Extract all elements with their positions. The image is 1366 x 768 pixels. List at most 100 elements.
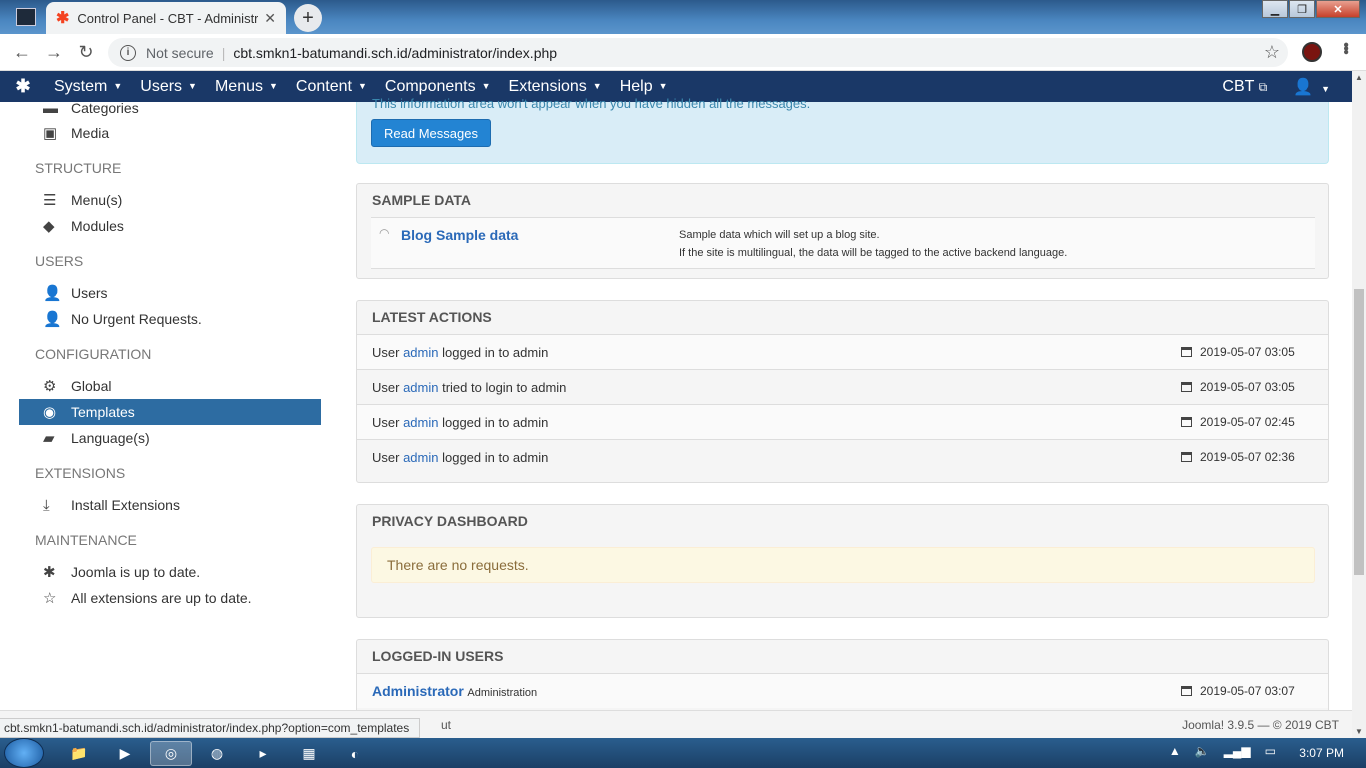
logout-fragment[interactable]: ut xyxy=(441,718,451,732)
tab-close-icon[interactable]: ✕ xyxy=(264,10,276,27)
paint-icon[interactable]: ◐ xyxy=(334,741,376,766)
blog-sample-data-link[interactable]: Blog Sample data xyxy=(401,227,518,243)
latest-actions-panel: LATEST ACTIONS User admin logged in to a… xyxy=(356,300,1329,483)
new-tab-button[interactable]: + xyxy=(294,4,322,32)
configuration-heading: CONFIGURATION xyxy=(35,346,152,362)
sidebar-item-label: No Urgent Requests. xyxy=(71,311,202,327)
omnibox[interactable]: i Not secure | cbt.smkn1-batumandi.sch.i… xyxy=(108,38,1288,67)
user-link[interactable]: admin xyxy=(403,450,438,465)
action-date: 2019-05-07 03:05 xyxy=(1181,345,1313,359)
volume-icon[interactable]: 🔈 xyxy=(1195,744,1210,758)
sample-data-panel: SAMPLE DATA ◠ Blog Sample data Sample da… xyxy=(356,183,1329,279)
gear-icon: ⚙ xyxy=(43,378,57,395)
user-link[interactable]: admin xyxy=(403,380,438,395)
page-scrollbar[interactable]: ▲ ▼ xyxy=(1352,71,1366,738)
back-icon[interactable]: ← xyxy=(6,42,38,63)
address-bar: ← → ↻ i Not secure | cbt.smkn1-batumandi… xyxy=(0,34,1366,71)
tray-arrow-icon[interactable]: ▲ xyxy=(1169,744,1181,758)
maximize-button[interactable]: ❐ xyxy=(1289,0,1315,18)
media-player-icon[interactable]: ▶ xyxy=(104,741,146,766)
battery-icon[interactable]: ▭ xyxy=(1265,744,1276,758)
sidebar-item-media[interactable]: ▣ Media xyxy=(19,120,321,146)
url-text[interactable]: cbt.smkn1-batumandi.sch.id/administrator… xyxy=(233,45,557,61)
sidebar-item-menus[interactable]: ☰ Menu(s) xyxy=(19,187,321,213)
network-icon[interactable]: ▂▄▆ xyxy=(1224,744,1251,758)
privacy-dashboard-heading: PRIVACY DASHBOARD xyxy=(372,513,528,529)
browser-tab[interactable]: ✱ Control Panel - CBT - Administrat ✕ xyxy=(46,2,286,34)
latest-actions-heading: LATEST ACTIONS xyxy=(372,309,492,325)
start-button[interactable] xyxy=(4,738,44,768)
structure-heading: STRUCTURE xyxy=(35,160,122,176)
sidebar-item-label: Joomla is up to date. xyxy=(71,564,201,580)
info-icon[interactable]: i xyxy=(120,44,136,61)
sidebar-item-label: Global xyxy=(71,378,112,394)
star-icon: ☆ xyxy=(43,590,57,607)
scroll-thumb[interactable] xyxy=(1354,289,1364,575)
user-menu[interactable]: 👤 ▼ xyxy=(1293,77,1330,97)
no-requests-notice: There are no requests. xyxy=(371,547,1315,583)
terminal-icon[interactable]: ▸ xyxy=(242,741,284,766)
joomla-logo-icon[interactable]: ✱ xyxy=(0,76,46,97)
action-date: 2019-05-07 03:05 xyxy=(1181,380,1313,394)
scroll-up-icon[interactable]: ▲ xyxy=(1355,73,1363,82)
sidebar-item-users[interactable]: 👤 Users xyxy=(19,280,321,306)
user-link[interactable]: admin xyxy=(403,345,438,360)
reload-icon[interactable]: ↻ xyxy=(70,42,102,63)
sidebar-item-label: Users xyxy=(71,285,108,301)
status-url-bubble: cbt.smkn1-batumandi.sch.id/administrator… xyxy=(0,718,421,738)
firefox-icon[interactable]: ◍ xyxy=(196,741,238,766)
profile-avatar[interactable] xyxy=(1302,42,1322,62)
window-close-button[interactable]: ✕ xyxy=(1316,0,1360,18)
explorer-icon[interactable]: 📁 xyxy=(58,741,100,766)
menu-menus[interactable]: Menus ▼ xyxy=(207,78,288,96)
sidebar-item-languages[interactable]: ▰ Language(s) xyxy=(19,425,321,451)
site-link[interactable]: CBT ⧉ xyxy=(1222,78,1267,96)
user-link[interactable]: admin xyxy=(403,415,438,430)
browser-menu-icon[interactable]: ••• xyxy=(1336,42,1354,53)
joomla-icon: ✱ xyxy=(43,564,56,581)
logged-in-users-heading: LOGGED-IN USERS xyxy=(372,648,504,664)
sample-data-heading: SAMPLE DATA xyxy=(372,192,472,208)
sidebar-item-requests[interactable]: 👤 No Urgent Requests. xyxy=(19,306,321,332)
sidebar-item-joomla-update[interactable]: ✱ Joomla is up to date. xyxy=(19,559,321,585)
users-icon: 👤 xyxy=(43,311,62,328)
administrator-link[interactable]: Administrator xyxy=(372,683,464,699)
action-text: User admin logged in to admin xyxy=(372,414,549,430)
menu-help[interactable]: Help ▼ xyxy=(612,78,678,96)
calendar-icon xyxy=(1181,382,1192,392)
sidebar-item-templates[interactable]: ◉ Templates xyxy=(19,399,321,425)
sidebar-item-modules[interactable]: ◆ Modules xyxy=(19,213,321,239)
sidebar-item-install-extensions[interactable]: ⤓ Install Extensions xyxy=(19,492,321,518)
logged-in-users-panel: LOGGED-IN USERS Administrator Administra… xyxy=(356,639,1329,719)
sidebar-item-label: Categories xyxy=(71,100,139,116)
sidebar-item-categories[interactable]: ▬ Categories xyxy=(19,95,321,121)
extensions-heading: EXTENSIONS xyxy=(35,465,126,481)
menu-users[interactable]: Users ▼ xyxy=(132,78,207,96)
bookmark-star-icon[interactable]: ☆ xyxy=(1264,42,1280,63)
messages-info-text: This information area won't appear when … xyxy=(372,96,811,111)
scroll-down-icon[interactable]: ▼ xyxy=(1355,727,1363,736)
cube-icon: ◆ xyxy=(43,218,55,235)
calculator-icon[interactable]: ▦ xyxy=(288,741,330,766)
taskbar-clock[interactable]: 3:07 PM xyxy=(1299,746,1344,760)
action-text: User admin tried to login to admin xyxy=(372,379,567,395)
wifi-icon: ◠ xyxy=(379,226,390,240)
browser-tabstrip: ✱ Control Panel - CBT - Administrat ✕ + … xyxy=(0,0,1366,34)
read-messages-button[interactable]: Read Messages xyxy=(371,119,491,147)
menu-content[interactable]: Content ▼ xyxy=(288,78,377,96)
menu-extensions[interactable]: Extensions ▼ xyxy=(501,78,612,96)
table-row: Administrator Administration 2019-05-07 … xyxy=(357,673,1328,708)
action-date: 2019-05-07 02:36 xyxy=(1181,450,1313,464)
table-row: User admin logged in to admin 2019-05-07… xyxy=(357,404,1328,439)
sidebar-item-global[interactable]: ⚙ Global xyxy=(19,373,321,399)
menu-system[interactable]: System ▼ xyxy=(46,78,132,96)
sidebar-item-extensions-update[interactable]: ☆ All extensions are up to date. xyxy=(19,585,321,611)
menu-components[interactable]: Components ▼ xyxy=(377,78,501,96)
download-icon: ⤓ xyxy=(43,496,50,514)
window-menu-icon[interactable] xyxy=(16,8,36,26)
user-icon: 👤 xyxy=(1293,78,1314,96)
minimize-button[interactable]: ▁ xyxy=(1262,0,1288,18)
chrome-icon[interactable]: ◎ xyxy=(150,741,192,766)
sidebar: ▬ Categories ▣ Media STRUCTURE ☰ Menu(s)… xyxy=(0,100,340,710)
forward-icon[interactable]: → xyxy=(38,42,70,63)
